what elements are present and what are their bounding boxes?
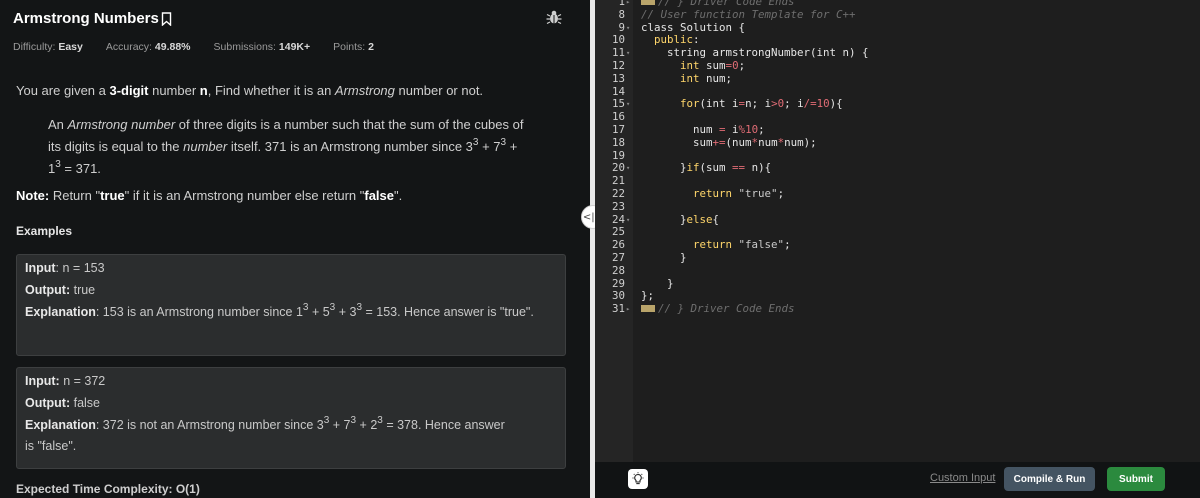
problem-note: Note: Return "true" if it is an Armstron…	[16, 188, 403, 203]
example-box: Input: n = 372 Output: false Explanation…	[16, 367, 566, 469]
line-number: 12	[611, 58, 625, 72]
example-output: Output: false	[25, 396, 101, 410]
editor-action-bar: Custom Input Compile & Run Submit	[595, 462, 1200, 498]
line-number: 23	[611, 199, 625, 213]
example-box: Input: n = 153 Output: true Explanation:…	[16, 254, 566, 356]
code-editor[interactable]: 1 ▸// } Driver Code Ends 8// User function…	[595, 0, 1200, 462]
bug-icon[interactable]	[546, 9, 562, 25]
code-text[interactable]: for(int i=n; i>0; i/=10){	[641, 97, 843, 111]
line-number: 17	[611, 122, 625, 136]
difficulty: Difficulty: Easy	[13, 41, 83, 53]
points: Points: 2	[333, 41, 374, 53]
armstrong-definition: An Armstrong number of three digits is a…	[48, 117, 524, 176]
fold-toggle-icon[interactable]: ▾	[626, 214, 630, 227]
line-number: 31	[611, 302, 625, 316]
code-text[interactable]: };	[641, 290, 654, 303]
fold-toggle-icon[interactable]: ▾	[626, 22, 630, 35]
accuracy: Accuracy: 49.88%	[105, 41, 191, 53]
problem-statement: You are given a 3-digit number n, Find w…	[16, 83, 484, 98]
code-text[interactable]: num = i%10;	[641, 123, 765, 137]
example-explanation: Explanation: 153 is an Armstrong number …	[25, 302, 534, 320]
problem-meta: Difficulty: Easy Accuracy: 49.88% Submis…	[13, 41, 397, 53]
expected-time-complexity: Expected Time Complexity: O(1)	[16, 482, 200, 496]
problem-panel: Armstrong Numbers Difficulty: Easy Accur…	[0, 0, 590, 498]
code-text[interactable]: int num;	[641, 72, 732, 86]
submissions: Submissions: 149K+	[213, 41, 311, 53]
compile-run-button[interactable]: Compile & Run	[1004, 467, 1095, 491]
code-text[interactable]: return "true";	[641, 187, 784, 201]
submit-button[interactable]: Submit	[1107, 467, 1165, 491]
code-text[interactable]: }else{	[641, 213, 719, 227]
fold-toggle-icon[interactable]: ▾	[626, 162, 630, 175]
fold-toggle-icon[interactable]: ▸	[626, 0, 630, 9]
example-input: Input: n = 153	[25, 261, 105, 275]
line-number: 27	[611, 250, 625, 264]
fold-toggle-icon[interactable]: ▸	[626, 303, 630, 316]
code-text[interactable]: }if(sum == n){	[641, 161, 771, 175]
fold-toggle-icon[interactable]: ▾	[626, 47, 630, 60]
fold-toggle-icon[interactable]: ▾	[626, 98, 630, 111]
bookmark-icon[interactable]	[161, 11, 172, 26]
code-text[interactable]: }	[641, 251, 687, 265]
custom-input-link[interactable]: Custom Input	[930, 472, 995, 484]
example-input: Input: n = 372	[25, 374, 106, 388]
line-number: 8	[618, 7, 625, 21]
example-explanation: Explanation: 372 is not an Armstrong num…	[25, 415, 505, 454]
line-number: 13	[611, 71, 625, 85]
code-text[interactable]: // User function Template for C++	[641, 8, 856, 22]
line-number: 18	[611, 135, 625, 149]
lightbulb-icon[interactable]	[628, 469, 648, 489]
examples-heading: Examples	[16, 224, 73, 238]
line-number: 28	[611, 263, 625, 277]
problem-title: Armstrong Numbers	[13, 10, 159, 27]
code-text[interactable]: // } Driver Code Ends	[641, 302, 795, 316]
example-output: Output: true	[25, 283, 96, 297]
code-text[interactable]: sum+=(num*num*num);	[641, 136, 817, 150]
line-number: 22	[611, 186, 625, 200]
problem-title-row: Armstrong Numbers	[13, 10, 172, 27]
